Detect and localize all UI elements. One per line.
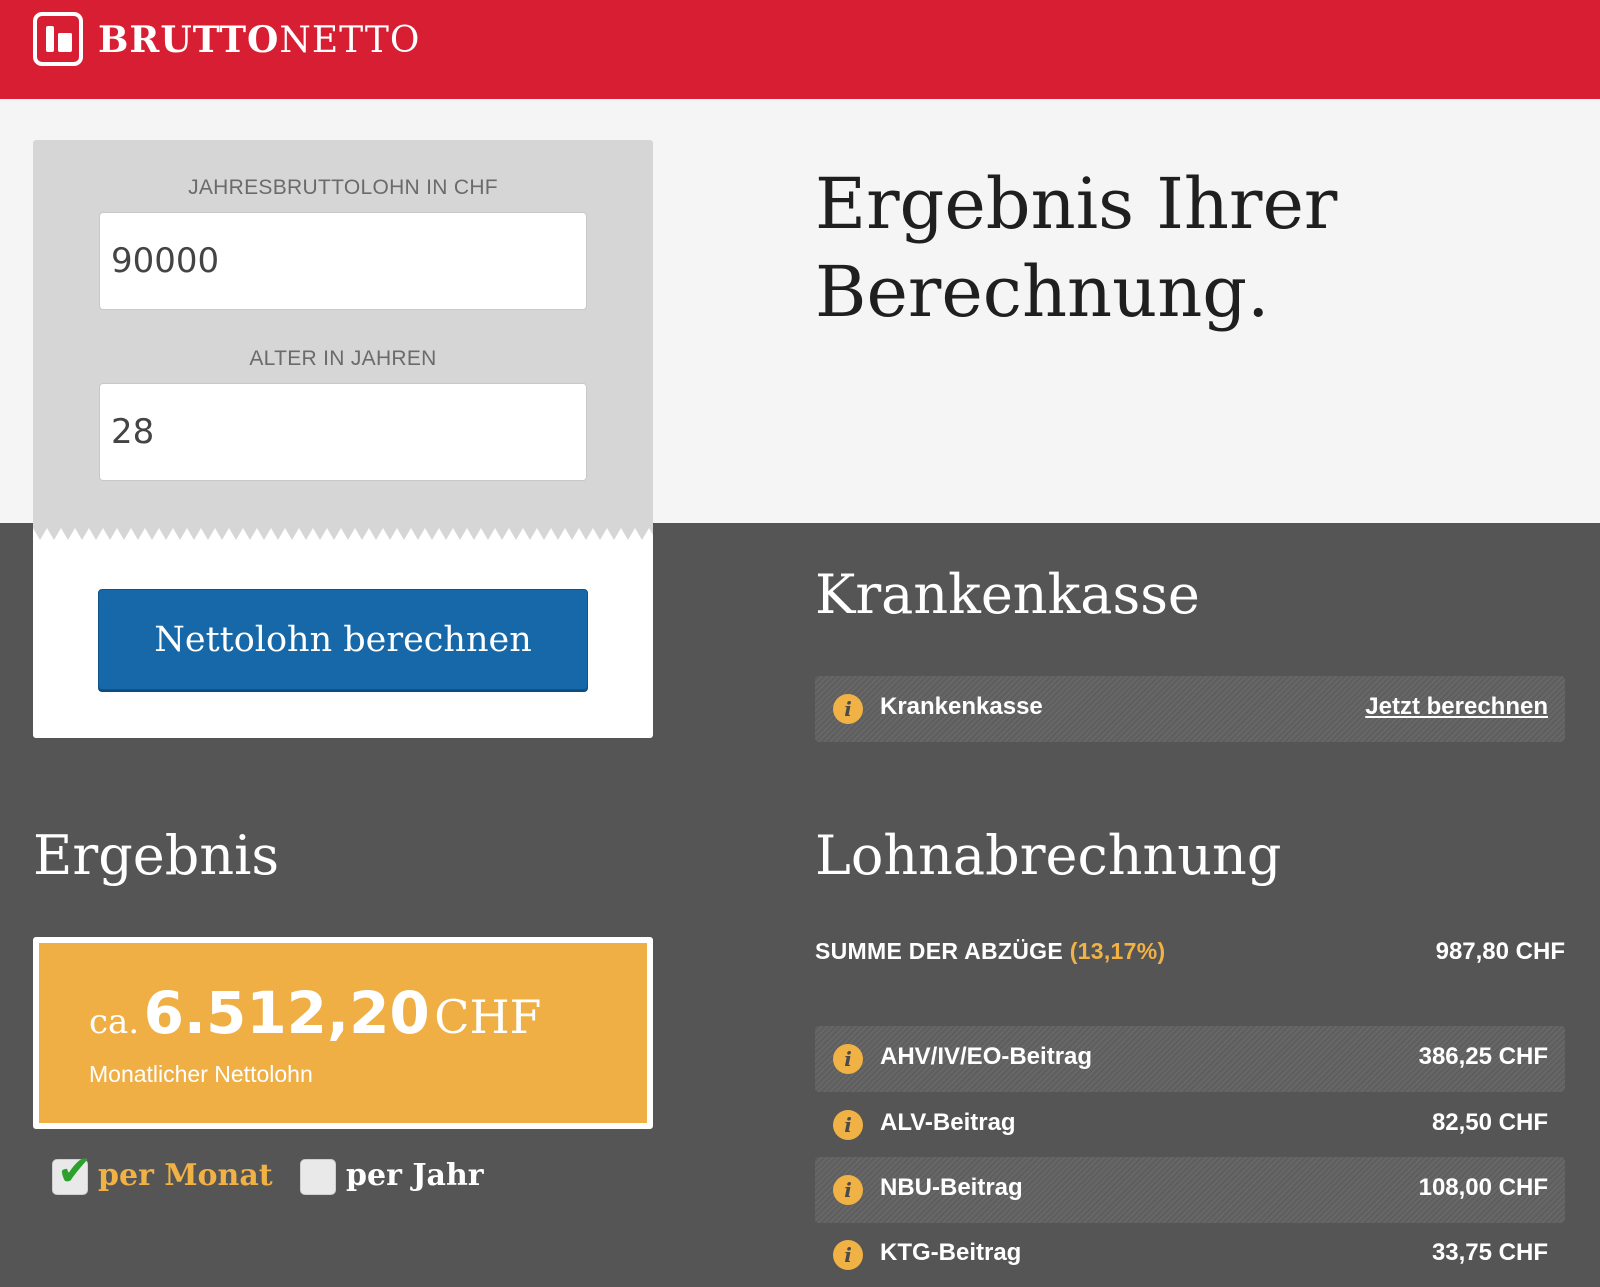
- approx-prefix: ca.: [89, 1002, 140, 1042]
- deduction-value: 82,50 CHF: [1431, 1109, 1548, 1136]
- deduction-value: 386,25 CHF: [1418, 1043, 1548, 1070]
- deductions-sum-label: SUMME DER ABZÜGE (13,17%): [815, 938, 1165, 965]
- net-salary-caption: Monatlicher Nettolohn: [89, 1061, 313, 1087]
- per-year-checkbox[interactable]: [300, 1159, 336, 1195]
- info-icon[interactable]: i: [833, 1044, 863, 1074]
- deduction-value: 33,75 CHF: [1431, 1239, 1548, 1266]
- deductions-sum-text: SUMME DER ABZÜGE: [815, 938, 1064, 964]
- krankenkasse-heading: Krankenkasse: [815, 563, 1200, 626]
- info-icon[interactable]: i: [833, 694, 863, 724]
- deductions-percent: (13,17%): [1069, 938, 1166, 964]
- logo-wordmark[interactable]: BRUTTONETTO: [98, 18, 420, 63]
- deduction-label: NBU-Beitrag: [880, 1174, 1023, 1201]
- deduction-label: AHV/IV/EO-Beitrag: [880, 1043, 1093, 1070]
- calculator-form: JAHRESBRUTTOLOHN IN CHF ALTER IN JAHREN …: [33, 140, 653, 738]
- per-year-label: per Jahr: [346, 1158, 484, 1193]
- salary-input[interactable]: [99, 212, 587, 310]
- deduction-value: 108,00 CHF: [1418, 1174, 1548, 1201]
- page-title-line1: Ergebnis Ihrer: [815, 163, 1338, 245]
- page-title: Ergebnis Ihrer Berechnung.: [815, 160, 1337, 336]
- net-salary-result: ca. 6.512,20 CHF Monatlicher Nettolohn: [33, 937, 653, 1129]
- deduction-row: i ALV-Beitrag 82,50 CHF: [815, 1092, 1565, 1158]
- deduction-label: ALV-Beitrag: [880, 1109, 1016, 1136]
- net-salary-amount-line: ca. 6.512,20 CHF: [89, 979, 541, 1047]
- zigzag-edge: [33, 528, 653, 540]
- per-year-toggle[interactable]: per Jahr: [300, 1158, 500, 1195]
- calculate-net-salary-button[interactable]: Nettolohn berechnen: [98, 589, 588, 690]
- page-title-line2: Berechnung.: [815, 251, 1270, 333]
- net-salary-amount: 6.512,20: [143, 979, 430, 1047]
- per-month-label: per Monat: [98, 1158, 273, 1193]
- deduction-row: i KTG-Beitrag 33,75 CHF: [815, 1222, 1565, 1287]
- result-heading: Ergebnis: [33, 824, 280, 887]
- krankenkasse-row: i Krankenkasse Jetzt berechnen: [815, 676, 1565, 742]
- deduction-label: KTG-Beitrag: [880, 1239, 1022, 1266]
- salary-label: JAHRESBRUTTOLOHN IN CHF: [188, 176, 498, 199]
- info-icon[interactable]: i: [833, 1110, 863, 1140]
- age-label: ALTER IN JAHREN: [249, 347, 437, 370]
- payslip-heading: Lohnabrechnung: [815, 824, 1282, 887]
- deductions-sum-value: 987,80 CHF: [1435, 938, 1565, 965]
- info-icon[interactable]: i: [833, 1240, 863, 1270]
- age-input[interactable]: [99, 383, 587, 481]
- deduction-row: i NBU-Beitrag 108,00 CHF: [815, 1157, 1565, 1223]
- top-bar: BRUTTONETTO: [0, 0, 1600, 99]
- per-month-checkbox[interactable]: ✔: [52, 1147, 92, 1195]
- calculate-now-link[interactable]: Jetzt berechnen: [1365, 693, 1548, 721]
- per-month-toggle[interactable]: ✔ per Monat: [52, 1147, 273, 1195]
- checkmark-icon: ✔: [57, 1147, 93, 1194]
- deduction-row: i AHV/IV/EO-Beitrag 386,25 CHF: [815, 1026, 1565, 1092]
- krankenkasse-row-label: Krankenkasse: [880, 693, 1043, 720]
- info-icon[interactable]: i: [833, 1175, 863, 1205]
- net-salary-currency: CHF: [434, 990, 542, 1044]
- logo-icon[interactable]: [33, 12, 83, 66]
